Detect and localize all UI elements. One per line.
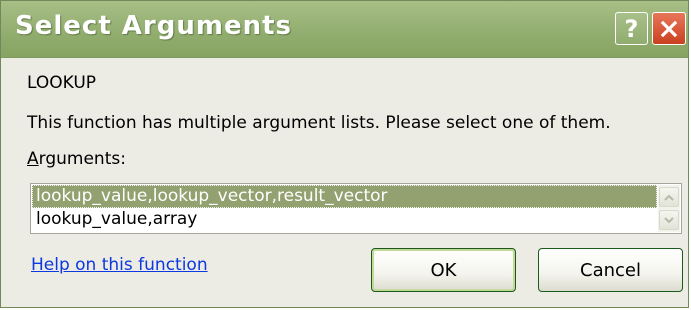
function-name: LOOKUP	[27, 73, 97, 93]
ok-button[interactable]: OK	[371, 248, 516, 292]
scroll-up-button[interactable]	[659, 187, 679, 207]
arguments-label-rest: rguments:	[38, 149, 126, 169]
argument-list-item-selected[interactable]: lookup_value,lookup_vector,result_vector	[32, 185, 657, 208]
help-button[interactable]: ?	[615, 12, 648, 45]
arguments-label-accesskey: A	[27, 149, 39, 169]
close-x-icon	[660, 20, 678, 37]
description-text: This function has multiple argument list…	[27, 113, 611, 133]
cancel-button[interactable]: Cancel	[538, 248, 683, 292]
help-on-function-link[interactable]: Help on this function	[31, 255, 208, 275]
arguments-label: Arguments:	[27, 149, 126, 169]
chevron-up-icon	[664, 194, 674, 201]
chevron-down-icon	[664, 216, 674, 223]
close-button[interactable]	[652, 12, 686, 45]
window-title: Select Arguments	[15, 11, 293, 41]
question-mark-icon: ?	[624, 14, 639, 43]
arguments-listbox[interactable]: lookup_value,lookup_vector,result_vector…	[30, 183, 682, 234]
listbox-scrollbar[interactable]	[658, 185, 680, 232]
title-bar[interactable]: Select Arguments ?	[1, 1, 688, 58]
argument-list-item[interactable]: lookup_value,array	[32, 208, 657, 231]
select-arguments-dialog: Select Arguments ? LOOKUP This function …	[0, 0, 689, 308]
scroll-down-button[interactable]	[659, 210, 679, 230]
